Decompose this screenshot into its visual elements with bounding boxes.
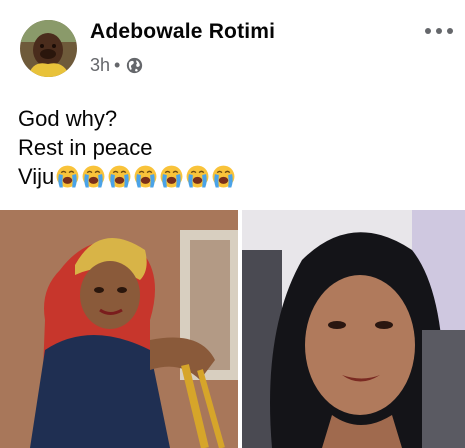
post-photo-2[interactable] [242,210,465,448]
post-line-3-text: Viju [18,164,55,189]
globe-icon[interactable] [126,57,143,74]
loudly-crying-face-icon [160,165,183,188]
loudly-crying-face-icon [108,165,131,188]
loudly-crying-face-icon [56,165,79,188]
post-timestamp[interactable]: 3h [90,55,110,76]
loudly-crying-face-icon [212,165,235,188]
more-options-icon[interactable] [425,22,453,40]
post-meta: 3h • [90,55,143,76]
meta-separator: • [114,55,121,75]
author-name[interactable]: Adebowale Rotimi [90,20,275,44]
post-photo-1[interactable] [0,210,238,448]
loudly-crying-face-icon [134,165,157,188]
post-line-1: God why? [18,106,118,131]
post-line-2: Rest in peace [18,135,153,160]
post-line-3: Viju [18,162,237,191]
facebook-post: Adebowale Rotimi 3h • God why? Rest in p… [0,0,465,448]
loudly-crying-face-icon [82,165,105,188]
author-avatar[interactable] [20,20,77,77]
emoji-row [55,162,237,189]
post-text: God why? Rest in peace Viju [18,104,237,191]
loudly-crying-face-icon [186,165,209,188]
